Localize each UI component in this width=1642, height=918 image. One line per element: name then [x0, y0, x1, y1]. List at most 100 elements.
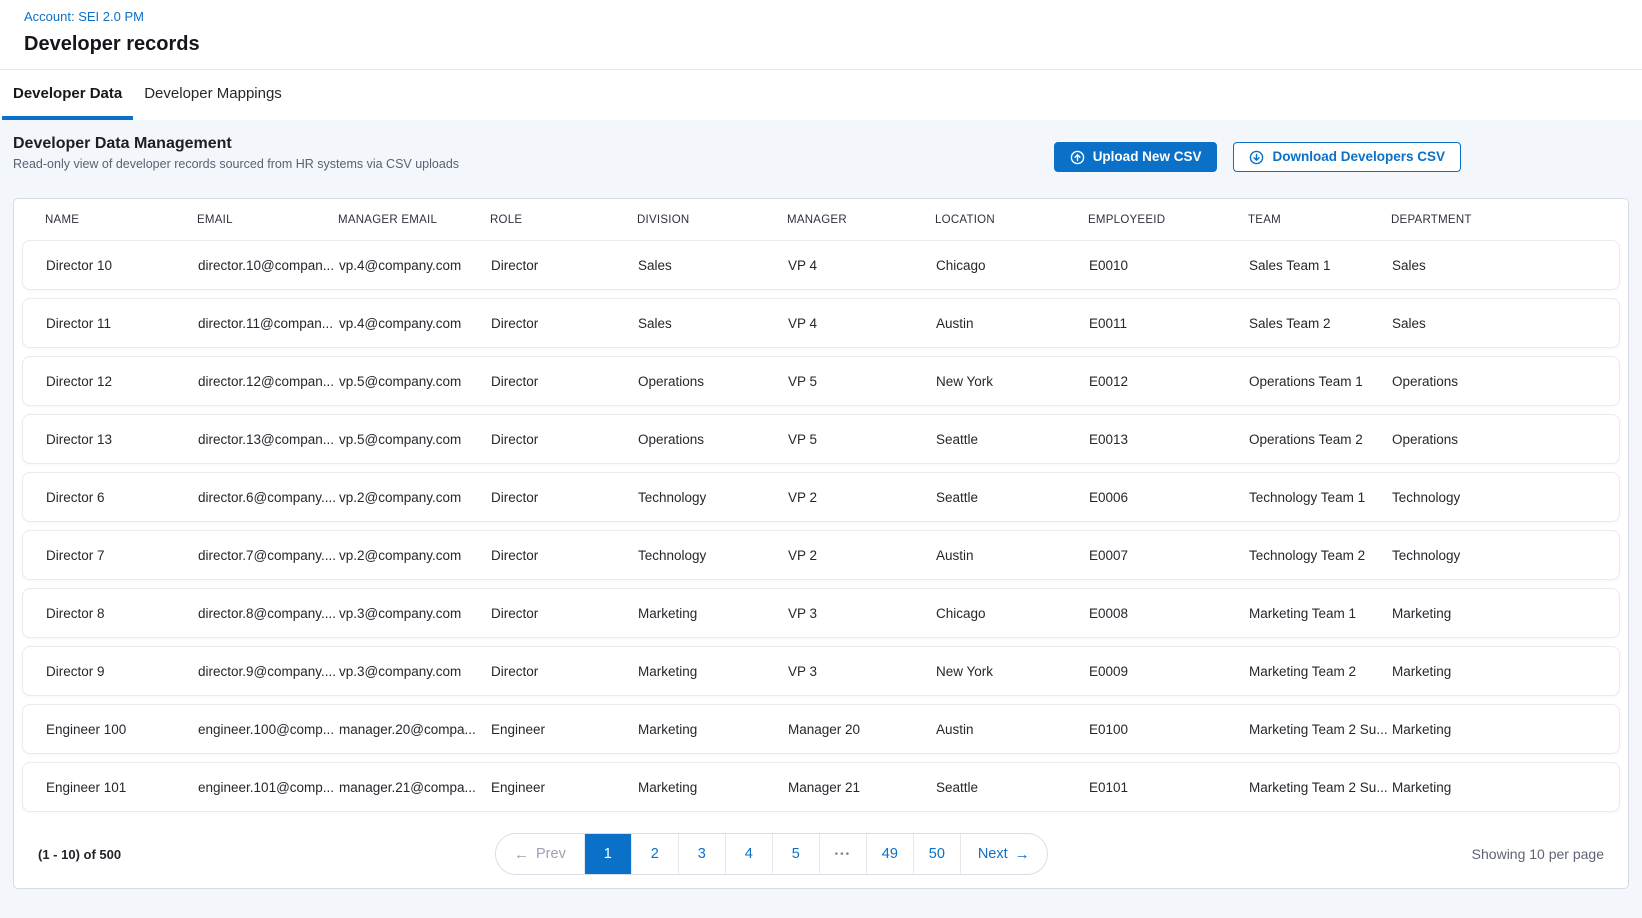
- cell-location: Seattle: [936, 490, 1089, 505]
- cell-email: director.11@compan...: [198, 316, 339, 331]
- content-section: Developer Data Management Read-only view…: [0, 120, 1642, 918]
- table-row: Engineer 101engineer.101@comp...manager.…: [22, 762, 1620, 812]
- cell-manager: VP 5: [788, 432, 936, 447]
- cell-employeeid: E0101: [1089, 780, 1249, 795]
- cell-employeeid: E0006: [1089, 490, 1249, 505]
- cell-manager: Manager 20: [788, 722, 936, 737]
- left-arrow-icon: ←: [514, 847, 529, 862]
- cell-division: Marketing: [638, 780, 788, 795]
- cell-name: Director 10: [46, 258, 198, 273]
- tab-developer-mappings[interactable]: Developer Mappings: [133, 70, 293, 120]
- cell-division: Marketing: [638, 722, 788, 737]
- cell-department: Sales: [1392, 258, 1619, 273]
- column-header-email: EMAIL: [197, 214, 338, 226]
- cell-employeeid: E0009: [1089, 664, 1249, 679]
- cell-manager-email: manager.20@compa...: [339, 722, 491, 737]
- table-header-row: NAMEEMAILMANAGER EMAILROLEDIVISIONMANAGE…: [14, 199, 1628, 240]
- cell-manager-email: vp.3@company.com: [339, 606, 491, 621]
- cell-division: Marketing: [638, 606, 788, 621]
- cell-employeeid: E0011: [1089, 316, 1249, 331]
- cell-department: Operations: [1392, 374, 1619, 389]
- page-button-3[interactable]: 3: [679, 834, 726, 874]
- next-page-button[interactable]: Next→: [961, 834, 1047, 874]
- cell-team: Marketing Team 2 Su...: [1249, 780, 1392, 795]
- cell-location: Austin: [936, 548, 1089, 563]
- cell-manager: VP 2: [788, 490, 936, 505]
- cell-department: Technology: [1392, 548, 1619, 563]
- download-developers-csv-button[interactable]: Download Developers CSV: [1233, 142, 1461, 172]
- cell-role: Director: [491, 374, 638, 389]
- page-button-4[interactable]: 4: [726, 834, 773, 874]
- cell-employeeid: E0007: [1089, 548, 1249, 563]
- pagination-bar: (1 - 10) of 500 ←Prev12345•••4950Next→ S…: [14, 820, 1628, 888]
- tab-developer-data[interactable]: Developer Data: [2, 70, 133, 120]
- cell-location: Seattle: [936, 780, 1089, 795]
- tab-bar: Developer Data Developer Mappings: [0, 70, 1642, 120]
- prev-page-button[interactable]: ←Prev: [496, 834, 585, 874]
- cell-division: Operations: [638, 374, 788, 389]
- account-link[interactable]: Account: SEI 2.0 PM: [24, 9, 1618, 25]
- cell-division: Technology: [638, 490, 788, 505]
- cell-manager: VP 2: [788, 548, 936, 563]
- cell-name: Director 9: [46, 664, 198, 679]
- download-button-label: Download Developers CSV: [1272, 150, 1445, 164]
- table-row: Director 11director.11@compan...vp.4@com…: [22, 298, 1620, 348]
- cell-employeeid: E0100: [1089, 722, 1249, 737]
- cell-department: Marketing: [1392, 780, 1619, 795]
- cell-role: Director: [491, 258, 638, 273]
- cell-location: Austin: [936, 722, 1089, 737]
- cell-role: Director: [491, 316, 638, 331]
- table-body: Director 10director.10@compan...vp.4@com…: [14, 240, 1628, 812]
- table-row: Director 6director.6@company....vp.2@com…: [22, 472, 1620, 522]
- section-header-text: Developer Data Management Read-only view…: [13, 134, 459, 172]
- cell-name: Director 12: [46, 374, 198, 389]
- page-button-50[interactable]: 50: [914, 834, 961, 874]
- cell-manager: Manager 21: [788, 780, 936, 795]
- cell-team: Sales Team 1: [1249, 258, 1392, 273]
- cell-role: Director: [491, 606, 638, 621]
- column-header-manager-email: MANAGER EMAIL: [338, 214, 490, 226]
- upload-new-csv-button[interactable]: Upload New CSV: [1054, 142, 1218, 172]
- cell-email: director.10@compan...: [198, 258, 339, 273]
- page-button-2[interactable]: 2: [632, 834, 679, 874]
- table-row: Director 7director.7@company....vp.2@com…: [22, 530, 1620, 580]
- cell-division: Operations: [638, 432, 788, 447]
- cell-email: engineer.100@comp...: [198, 722, 339, 737]
- column-header-employeeid: EMPLOYEEID: [1088, 214, 1248, 226]
- cell-email: director.6@company....: [198, 490, 339, 505]
- page-button-5[interactable]: 5: [773, 834, 820, 874]
- cell-team: Marketing Team 1: [1249, 606, 1392, 621]
- per-page-label: Showing 10 per page: [1472, 846, 1604, 862]
- cell-email: director.12@compan...: [198, 374, 339, 389]
- cell-department: Marketing: [1392, 722, 1619, 737]
- cell-manager: VP 3: [788, 606, 936, 621]
- developer-table-card: NAMEEMAILMANAGER EMAILROLEDIVISIONMANAGE…: [13, 198, 1629, 889]
- cell-team: Technology Team 1: [1249, 490, 1392, 505]
- cell-email: director.8@company....: [198, 606, 339, 621]
- page-button-49[interactable]: 49: [867, 834, 914, 874]
- cell-employeeid: E0013: [1089, 432, 1249, 447]
- cell-manager-email: vp.3@company.com: [339, 664, 491, 679]
- page-header: Account: SEI 2.0 PM Developer records: [0, 0, 1642, 70]
- cell-name: Director 11: [46, 316, 198, 331]
- cell-role: Director: [491, 664, 638, 679]
- cell-name: Director 8: [46, 606, 198, 621]
- page-button-1[interactable]: 1: [585, 834, 632, 874]
- cell-role: Engineer: [491, 780, 638, 795]
- section-header: Developer Data Management Read-only view…: [13, 134, 1629, 172]
- csv-actions: Upload New CSV Download Developers CSV: [1054, 142, 1461, 172]
- pager: ←Prev12345•••4950Next→: [495, 833, 1048, 875]
- cell-location: Seattle: [936, 432, 1089, 447]
- cell-email: director.7@company....: [198, 548, 339, 563]
- cell-manager-email: manager.21@compa...: [339, 780, 491, 795]
- cell-email: director.13@compan...: [198, 432, 339, 447]
- cell-email: director.9@company....: [198, 664, 339, 679]
- cell-role: Director: [491, 490, 638, 505]
- cell-location: Austin: [936, 316, 1089, 331]
- table-row: Director 10director.10@compan...vp.4@com…: [22, 240, 1620, 290]
- column-header-manager: MANAGER: [787, 214, 935, 226]
- cell-manager-email: vp.2@company.com: [339, 490, 491, 505]
- cell-team: Operations Team 2: [1249, 432, 1392, 447]
- cell-team: Sales Team 2: [1249, 316, 1392, 331]
- cell-manager-email: vp.5@company.com: [339, 432, 491, 447]
